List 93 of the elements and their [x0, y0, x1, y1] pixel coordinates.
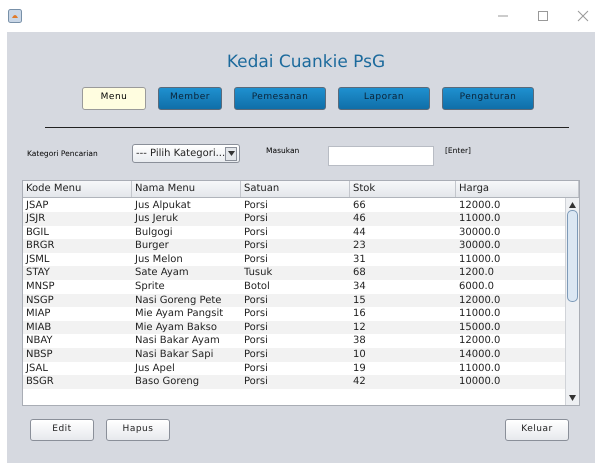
table-cell-text: Botol	[243, 280, 271, 294]
table-cell-text: 11000.0	[458, 307, 502, 321]
table-cell-text: Porsi	[243, 198, 269, 212]
table-cell-text: 6000.0	[458, 280, 495, 294]
scrollbar[interactable]	[565, 198, 579, 404]
column-header[interactable]: Nama Menu	[132, 180, 241, 196]
table-cell-text: 11000.0	[458, 252, 502, 266]
nav-tab[interactable]: Laporan	[338, 86, 430, 110]
table-cell-text: Porsi	[243, 252, 269, 266]
category-dropdown[interactable]: --- Pilih Kategori...	[132, 144, 240, 163]
table-cell-text: 34	[352, 280, 367, 294]
table-cell-text: JSAP	[24, 198, 50, 212]
table-cell-text: JSJR	[24, 212, 46, 226]
table-cell-text: 30000.0	[458, 226, 502, 240]
column-header[interactable]: Stok	[350, 180, 456, 196]
table-cell-text: Porsi	[243, 375, 269, 389]
table-cell-text: Jus Alpukat	[134, 198, 192, 212]
nav-tab[interactable]: Pemesanan	[234, 86, 326, 110]
table-cell-text: Porsi	[243, 320, 269, 334]
table-cell-text: Mie Ayam Pangsit	[134, 307, 224, 321]
table-cell-text: Nasi Bakar Sapi	[134, 348, 214, 362]
column-header[interactable]: Satuan	[241, 180, 350, 196]
nav-tab[interactable]: Pengaturan	[442, 86, 534, 110]
app-icon	[8, 9, 22, 23]
table-cell-text: Porsi	[243, 226, 269, 240]
table-cell-text: Porsi	[243, 239, 269, 253]
table-cell-text: Tusuk	[243, 266, 274, 280]
table-cell-text: Porsi	[243, 212, 269, 226]
action-button[interactable]: Edit	[30, 418, 94, 440]
table-cell-text: Nasi Bakar Ayam	[134, 334, 221, 348]
table-cell-text: 44	[352, 226, 367, 240]
table-cell-text: Bulgogi	[134, 226, 174, 240]
table-cell-text: STAY	[25, 266, 51, 280]
table-cell-text: 16	[352, 307, 367, 321]
nav-tab[interactable]: Menu	[82, 86, 146, 110]
table-cell-text: NSGP	[25, 294, 55, 308]
table-cell-text: Sprite	[134, 280, 166, 294]
table-cell-text: 42	[352, 375, 367, 389]
table-cell-text: BRGR	[25, 239, 56, 253]
table-cell-text: Porsi	[243, 294, 269, 308]
table-cell-text: Nasi Goreng Pete	[134, 294, 222, 308]
table-cell-text: 15	[352, 294, 367, 308]
table-cell-text: MIAB	[25, 320, 52, 334]
table-cell-text: 66	[352, 198, 367, 212]
table-cell-text: Porsi	[243, 307, 269, 321]
table-cell-text: JSAL	[24, 362, 49, 376]
column-header[interactable]: Kode Menu	[23, 180, 132, 196]
table-cell-text: 46	[352, 212, 367, 226]
table-cell-text: 38	[352, 334, 367, 348]
app-title: Kedai Cuankie PsG	[226, 51, 386, 74]
table-cell-text: Mie Ayam Bakso	[134, 320, 218, 334]
table-cell-text: 19	[352, 362, 367, 376]
table-cell-text: 1200.0	[458, 266, 495, 280]
table-cell-text: Jus Melon	[134, 252, 184, 266]
action-button[interactable]: Hapus	[106, 418, 170, 440]
table-cell-text: 11000.0	[458, 362, 502, 376]
table-cell-text: 10000.0	[458, 375, 502, 389]
table-cell-text: 12000.0	[458, 198, 502, 212]
table-cell-text: BSGR	[25, 375, 55, 389]
table-cell-text: MNSP	[25, 280, 56, 294]
table-cell-text: Jus Apel	[134, 362, 176, 376]
table-cell-text: 68	[352, 266, 367, 280]
table-cell-text: NBAY	[25, 334, 54, 348]
table-cell-text: Baso Goreng	[134, 375, 200, 389]
search-field[interactable]	[328, 146, 434, 166]
table-cell-text: Porsi	[243, 334, 269, 348]
table-cell-text: Jus Jeruk	[134, 212, 180, 226]
table-cell-text: 12000.0	[458, 294, 502, 308]
maximize-icon[interactable]	[537, 10, 549, 22]
table-cell-text: 14000.0	[458, 348, 502, 362]
column-header[interactable]: Harga	[456, 180, 579, 196]
scroll-down-icon[interactable]	[569, 394, 576, 400]
table-cell-text: 12	[352, 320, 367, 334]
scroll-up-icon[interactable]	[569, 202, 576, 208]
table-cell-text: 10	[352, 348, 367, 362]
table-cell-text: Burger	[134, 239, 170, 253]
close-icon[interactable]	[577, 10, 589, 22]
table-cell-text: NBSP	[25, 348, 54, 362]
table-cell-text: MIAP	[25, 307, 52, 321]
action-button[interactable]: Keluar	[505, 418, 569, 440]
scroll-thumb[interactable]	[567, 210, 578, 302]
table-cell-text: BGIL	[25, 226, 50, 240]
table-cell-text: JSML	[24, 252, 50, 266]
table-cell-text: 15000.0	[458, 320, 502, 334]
table-cell-text: Porsi	[243, 362, 269, 376]
table-cell-text: 23	[352, 239, 367, 253]
table-cell-text: 12000.0	[458, 334, 502, 348]
table-cell-text: Sate Ayam	[134, 266, 190, 280]
nav-tab[interactable]: Member	[158, 86, 222, 110]
table-cell-text: Porsi	[243, 348, 269, 362]
table-cell-text: 31	[352, 252, 367, 266]
table-cell-text: 11000.0	[458, 212, 502, 226]
table-cell-text: 30000.0	[458, 239, 502, 253]
